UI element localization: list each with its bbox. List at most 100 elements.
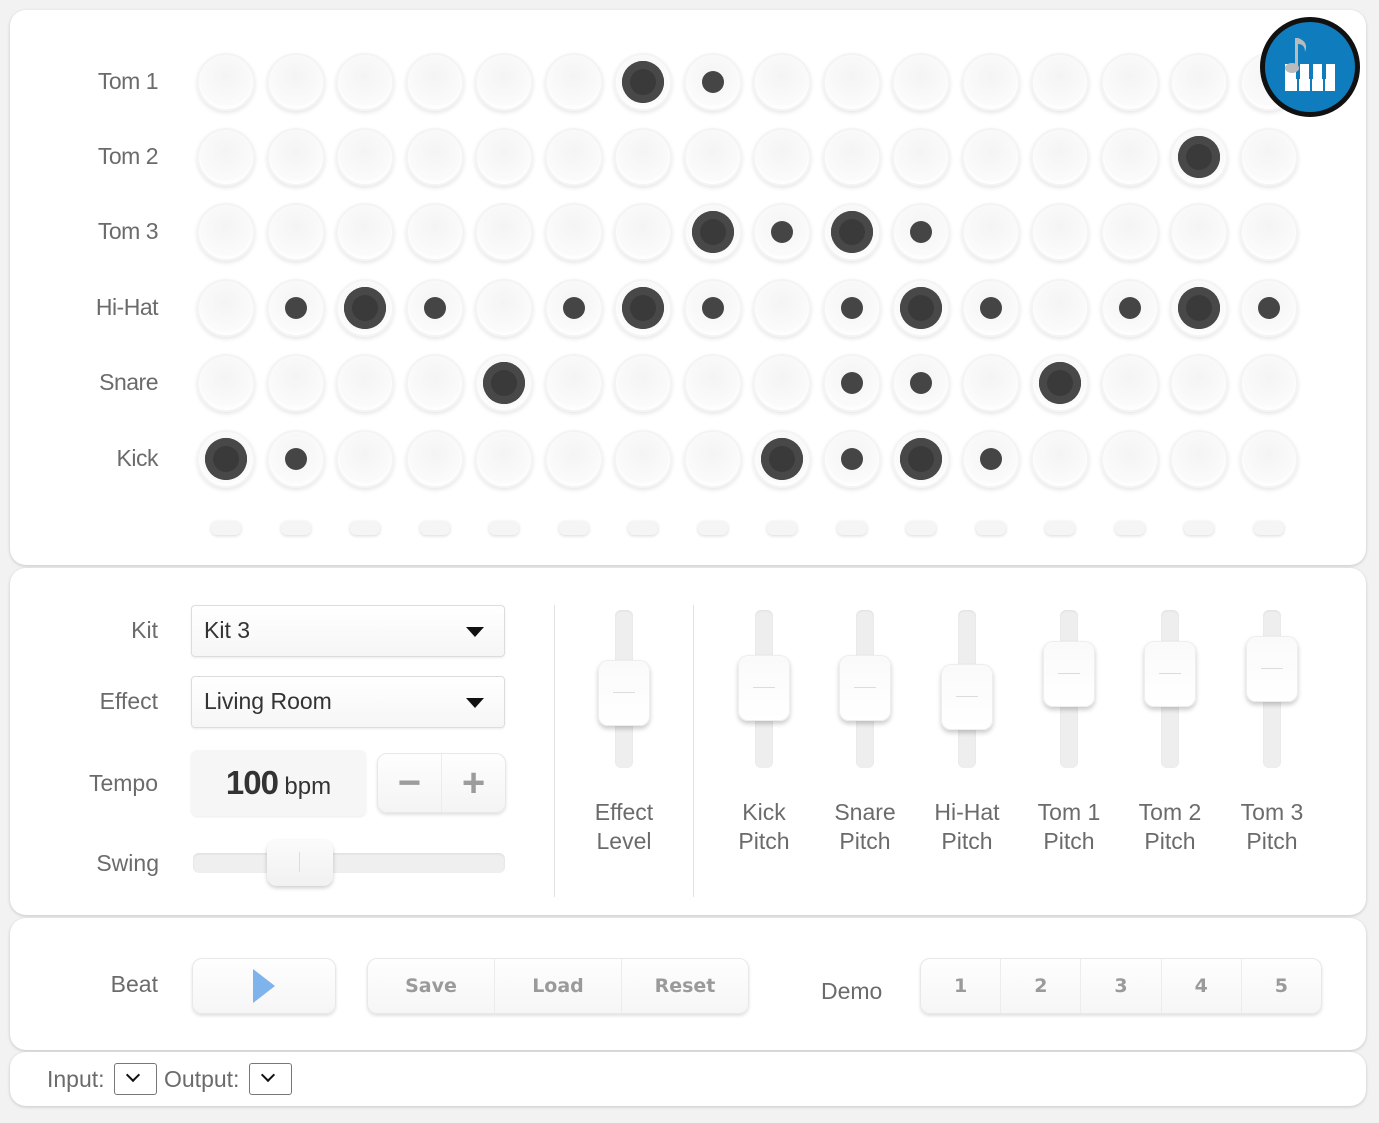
step-cell[interactable]: [1239, 279, 1298, 337]
step-cell[interactable]: [1170, 128, 1228, 186]
save-button[interactable]: Save: [368, 959, 494, 1013]
step-cell[interactable]: [405, 354, 464, 412]
slider-thumb[interactable]: [1246, 636, 1298, 703]
step-cell[interactable]: [683, 203, 742, 261]
demo-button-5[interactable]: 5: [1240, 959, 1321, 1013]
step-cell[interactable]: [822, 279, 881, 337]
vertical-slider[interactable]: [735, 608, 795, 768]
step-cell[interactable]: [753, 53, 811, 111]
demo-button-4[interactable]: 4: [1160, 959, 1241, 1013]
step-cell[interactable]: [961, 128, 1020, 186]
tempo-increase-button[interactable]: +: [441, 754, 505, 812]
step-cell[interactable]: [197, 430, 255, 488]
vertical-slider[interactable]: [836, 608, 896, 768]
midi-input-select[interactable]: [114, 1063, 157, 1095]
step-cell[interactable]: [1031, 128, 1089, 186]
step-cell[interactable]: [892, 53, 950, 111]
play-button-inner[interactable]: [193, 959, 335, 1013]
step-cell[interactable]: [475, 279, 533, 337]
step-cell[interactable]: [1100, 354, 1159, 412]
step-cell[interactable]: [961, 53, 1020, 111]
step-cell[interactable]: [683, 354, 742, 412]
step-cell[interactable]: [197, 53, 255, 111]
step-cell[interactable]: [822, 203, 881, 261]
step-cell[interactable]: [892, 354, 950, 412]
step-cell[interactable]: [544, 279, 603, 337]
step-cell[interactable]: [961, 354, 1020, 412]
step-cell[interactable]: [1031, 203, 1089, 261]
step-cell[interactable]: [1031, 53, 1089, 111]
step-cell[interactable]: [1170, 279, 1228, 337]
demo-button-2[interactable]: 2: [1000, 959, 1080, 1013]
slider-thumb[interactable]: [738, 655, 790, 721]
step-cell[interactable]: [1239, 430, 1298, 488]
step-cell[interactable]: [1031, 279, 1089, 337]
step-cell[interactable]: [336, 354, 394, 412]
step-cell[interactable]: [614, 354, 672, 412]
step-cell[interactable]: [753, 128, 811, 186]
step-cell[interactable]: [544, 354, 603, 412]
step-cell[interactable]: [1239, 203, 1298, 261]
step-cell[interactable]: [614, 430, 672, 488]
step-cell[interactable]: [822, 430, 881, 488]
step-cell[interactable]: [266, 279, 325, 337]
midi-output-select[interactable]: [249, 1063, 292, 1095]
reset-button[interactable]: Reset: [621, 959, 748, 1013]
step-cell[interactable]: [266, 354, 325, 412]
step-cell[interactable]: [475, 203, 533, 261]
step-cell[interactable]: [336, 430, 394, 488]
step-cell[interactable]: [683, 430, 742, 488]
step-cell[interactable]: [266, 430, 325, 488]
demo-button-1[interactable]: 1: [921, 959, 1000, 1013]
step-cell[interactable]: [1100, 128, 1159, 186]
step-cell[interactable]: [197, 128, 255, 186]
step-cell[interactable]: [892, 430, 950, 488]
step-cell[interactable]: [197, 279, 255, 337]
step-cell[interactable]: [197, 203, 255, 261]
step-cell[interactable]: [336, 203, 394, 261]
step-cell[interactable]: [1170, 53, 1228, 111]
step-cell[interactable]: [1239, 128, 1298, 186]
step-cell[interactable]: [475, 430, 533, 488]
step-cell[interactable]: [544, 128, 603, 186]
step-cell[interactable]: [892, 279, 950, 337]
tempo-decrease-button[interactable]: −: [378, 754, 441, 812]
step-cell[interactable]: [822, 53, 881, 111]
step-cell[interactable]: [336, 53, 394, 111]
step-cell[interactable]: [336, 279, 394, 337]
step-cell[interactable]: [1170, 430, 1228, 488]
step-cell[interactable]: [1170, 354, 1228, 412]
vertical-slider[interactable]: [1141, 608, 1201, 768]
step-cell[interactable]: [1031, 354, 1089, 412]
kit-select[interactable]: Kit 3: [191, 605, 505, 657]
step-cell[interactable]: [1170, 203, 1228, 261]
step-cell[interactable]: [1100, 53, 1159, 111]
vertical-slider[interactable]: [1243, 608, 1303, 768]
step-cell[interactable]: [614, 203, 672, 261]
step-cell[interactable]: [753, 430, 811, 488]
step-cell[interactable]: [475, 53, 533, 111]
step-cell[interactable]: [822, 354, 881, 412]
step-cell[interactable]: [1239, 354, 1298, 412]
step-cell[interactable]: [614, 279, 672, 337]
play-button[interactable]: [192, 958, 336, 1014]
step-cell[interactable]: [1031, 430, 1089, 488]
step-cell[interactable]: [336, 128, 394, 186]
step-cell[interactable]: [475, 128, 533, 186]
step-cell[interactable]: [683, 279, 742, 337]
slider-thumb[interactable]: [839, 655, 891, 721]
step-cell[interactable]: [475, 354, 533, 412]
step-cell[interactable]: [1100, 203, 1159, 261]
step-cell[interactable]: [822, 128, 881, 186]
effect-select[interactable]: Living Room: [191, 676, 505, 728]
step-cell[interactable]: [405, 430, 464, 488]
swing-slider-thumb[interactable]: [266, 840, 333, 886]
vertical-slider[interactable]: [938, 608, 998, 768]
step-cell[interactable]: [544, 53, 603, 111]
step-cell[interactable]: [753, 279, 811, 337]
step-cell[interactable]: [405, 53, 464, 111]
step-cell[interactable]: [961, 279, 1020, 337]
demo-button-3[interactable]: 3: [1080, 959, 1160, 1013]
step-cell[interactable]: [544, 203, 603, 261]
step-cell[interactable]: [1100, 430, 1159, 488]
